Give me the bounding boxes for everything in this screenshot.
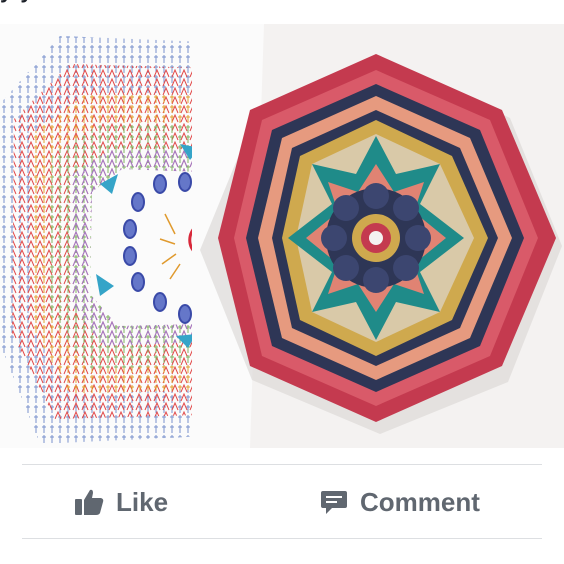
thumbs-up-icon [74,488,104,516]
post-photo[interactable] [0,24,564,448]
crochet-octagon-photo [192,24,564,448]
post-caption: y y [0,0,564,8]
divider-bottom [22,538,542,539]
like-label: Like [116,486,169,517]
comment-label: Comment [360,486,480,517]
like-button[interactable]: Like [74,468,168,536]
speech-bubble-icon [320,488,348,516]
post-action-bar: Like Comment [0,468,564,536]
comment-button[interactable]: Comment [320,468,480,536]
divider-top [22,464,542,465]
